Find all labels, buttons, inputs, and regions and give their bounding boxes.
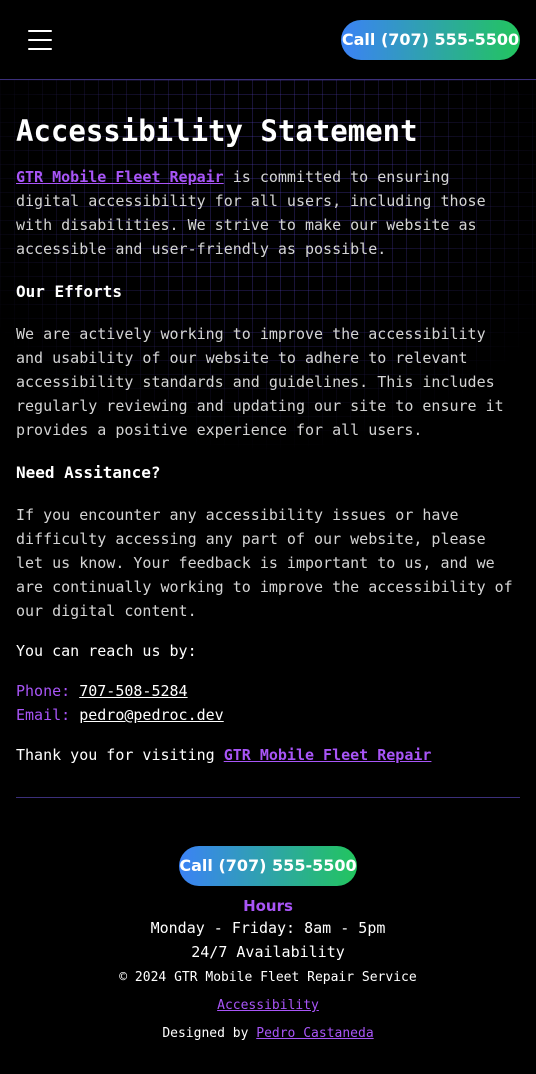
email-link[interactable]: pedro@pedroc.dev xyxy=(79,706,224,724)
brand-link-thanks[interactable]: GTR Mobile Fleet Repair xyxy=(224,746,432,764)
phone-link[interactable]: 707-508-5284 xyxy=(79,682,187,700)
menu-bar xyxy=(28,30,52,32)
reach-us-text: You can reach us by: xyxy=(16,642,197,660)
intro-paragraph: GTR Mobile Fleet Repair is committed to … xyxy=(16,165,520,261)
contact-info: Phone: 707-508-5284 Email: pedro@pedroc.… xyxy=(16,679,520,727)
brand-link-intro[interactable]: GTR Mobile Fleet Repair xyxy=(16,168,224,186)
menu-bar xyxy=(28,39,52,41)
assistance-heading: Need Assitance? xyxy=(16,463,161,482)
thanks-text: Thank you for visiting xyxy=(16,746,224,764)
designed-by-text: Designed by xyxy=(162,1026,257,1041)
email-label: Email: xyxy=(16,706,80,724)
menu-bar xyxy=(28,48,52,50)
thanks-line: Thank you for visiting GTR Mobile Fleet … xyxy=(16,743,520,767)
efforts-heading: Our Efforts xyxy=(16,282,122,301)
designed-by-line: Designed by Pedro Castaneda xyxy=(0,1025,536,1043)
hours-weekdays: Monday - Friday: 8am - 5pm xyxy=(150,919,386,937)
call-button-footer[interactable]: Call (707) 555-5500 xyxy=(179,846,357,886)
main-content: Accessibility Statement GTR Mobile Fleet… xyxy=(16,112,520,767)
site-header: Call (707) 555-5500 xyxy=(0,0,536,80)
accessibility-link[interactable]: Accessibility xyxy=(217,997,319,1015)
page-title: Accessibility Statement xyxy=(16,114,418,148)
call-button-header[interactable]: Call (707) 555-5500 xyxy=(341,20,520,60)
assistance-paragraph: If you encounter any accessibility issue… xyxy=(16,506,513,620)
phone-label: Phone: xyxy=(16,682,80,700)
hamburger-menu-icon[interactable] xyxy=(28,30,52,50)
hours-title: Hours xyxy=(243,897,293,915)
efforts-paragraph: We are actively working to improve the a… xyxy=(16,325,504,439)
phone-line: Phone: 707-508-5284 xyxy=(16,679,520,703)
email-line: Email: pedro@pedroc.dev xyxy=(16,703,520,727)
site-footer: Call (707) 555-5500 Hours Monday - Frida… xyxy=(0,846,536,1043)
footer-divider xyxy=(16,797,520,798)
designer-link[interactable]: Pedro Castaneda xyxy=(256,1026,373,1041)
copyright-text: © 2024 GTR Mobile Fleet Repair Service xyxy=(119,970,417,985)
hours-availability: 24/7 Availability xyxy=(191,943,345,961)
